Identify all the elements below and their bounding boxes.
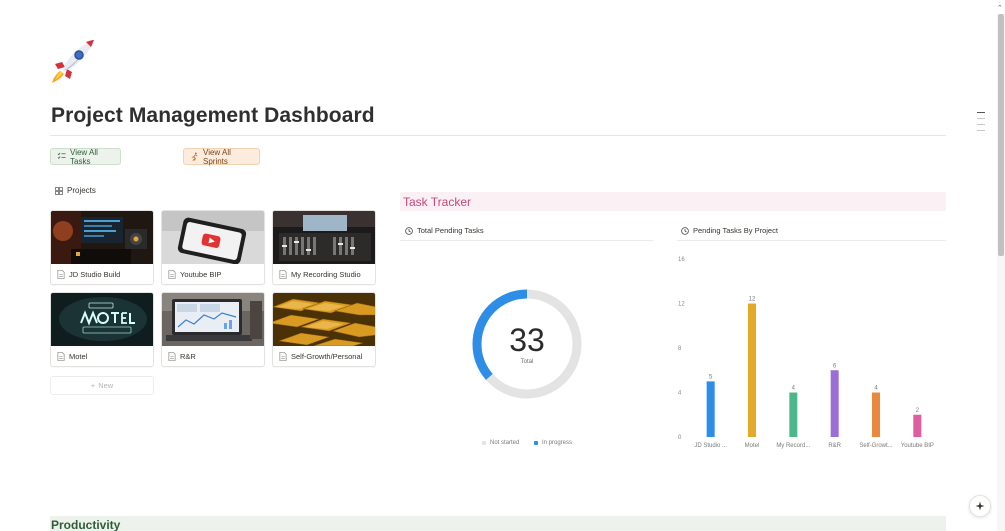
y-tick-label: 16 [678,257,685,263]
new-project-button[interactable]: + New [50,376,154,395]
bar-value-label: 4 [792,386,796,392]
bar-5[interactable] [913,414,922,437]
project-cover-image [51,211,153,264]
project-card-title: Motel [69,352,88,361]
view-all-sprints-label: View All Sprints [203,147,231,166]
project-card[interactable]: R&R [161,292,265,367]
project-card[interactable]: JD Studio Build [50,210,154,285]
legend-not-started[interactable]: Not started [482,440,519,446]
scroll-up-arrow-icon[interactable]: ⌃ [997,4,1003,12]
legend-in-progress[interactable]: In progress [534,440,572,446]
runner-icon [191,152,198,161]
widget-divider [400,240,653,241]
project-card[interactable]: Motel [50,292,154,367]
clock-icon [405,226,413,235]
view-all-tasks-button[interactable]: View All Tasks [50,147,121,166]
y-tick-label: 8 [678,346,682,352]
bar-3[interactable] [830,370,839,437]
donut-total-value: 33 [509,322,545,358]
view-all-tasks-label: View All Tasks [70,147,98,166]
gallery-icon [55,186,63,195]
bar-0[interactable] [706,381,715,437]
project-cover-image [162,293,264,346]
total-pending-tasks-heading[interactable]: Total Pending Tasks [405,226,484,235]
x-tick-label: R&R [828,443,841,449]
project-card[interactable]: Self-Growth/Personal [272,292,376,367]
x-tick-label: JD Studio ... [694,443,727,449]
bar-value-label: 12 [749,297,756,303]
plus-icon: + [90,381,96,390]
total-pending-tasks-label: Total Pending Tasks [417,226,484,235]
legend-label: Not started [490,440,520,446]
view-all-sprints-button[interactable]: View All Sprints [183,147,260,166]
productivity-section-title: Productivity [51,518,121,531]
legend-label: In progress [542,440,573,446]
scrollbar-thumb[interactable] [998,14,1004,256]
bar-value-label: 6 [833,363,837,369]
project-card[interactable]: Youtube BIP [161,210,265,285]
project-card-title: Self-Growth/Personal [291,352,363,361]
checklist-icon [57,152,66,159]
project-card-title: R&R [180,352,196,361]
rocket-icon [50,38,96,84]
bar-2[interactable] [789,392,798,438]
ai-assistant-button[interactable] [969,495,991,517]
page-icon [168,270,176,279]
pending-by-project-bar-chart: 0 4 8 12 16 5 12 4 6 4 2 JD Studio ... Motel My Rec… [678,257,934,449]
pending-by-project-heading[interactable]: Pending Tasks By Project [681,226,778,235]
page-title: Project Management Dashboard [51,104,375,127]
task-tracker-title: Task Tracker [403,195,472,209]
sparkle-icon [975,501,985,511]
x-tick-label: My Record... [776,443,810,449]
project-cover-image [273,293,375,346]
task-tracker-header [400,192,946,211]
project-cover-image [51,293,153,346]
page-icon [57,270,65,279]
y-tick-label: 12 [678,302,685,308]
title-divider [50,135,946,136]
donut-total-label: Total [520,359,534,365]
legend-swatch-gray [482,441,486,445]
bar-4[interactable] [872,392,880,438]
bar-value-label: 2 [916,408,920,414]
bar-1[interactable] [748,303,756,438]
clock-icon [681,226,689,235]
page-icon [168,352,176,361]
project-cover-image [162,211,264,264]
bar-value-label: 4 [874,386,878,392]
project-card[interactable]: My Recording Studio [272,210,376,285]
new-project-label: New [98,381,114,390]
y-tick-label: 0 [678,435,682,441]
legend-swatch-blue [534,441,538,445]
bar-value-label: 5 [709,374,713,380]
productivity-section-header [50,516,946,531]
widget-divider [677,240,946,241]
page-icon [57,352,65,361]
x-tick-label: Self-Growt... [859,443,893,449]
page-icon [279,352,287,361]
x-tick-label: Youtube BIP [901,443,934,449]
project-card-title: My Recording Studio [291,270,361,279]
project-cover-image [273,211,375,264]
projects-heading-label: Projects [67,186,96,195]
y-tick-label: 4 [678,391,682,397]
project-card-title: JD Studio Build [69,270,121,279]
page-icon [279,270,287,279]
pending-by-project-label: Pending Tasks By Project [693,226,778,235]
table-of-contents-indicator[interactable] [977,112,985,136]
projects-gallery-heading[interactable]: Projects [55,186,96,195]
x-tick-label: Motel [745,443,760,449]
project-card-title: Youtube BIP [180,270,222,279]
